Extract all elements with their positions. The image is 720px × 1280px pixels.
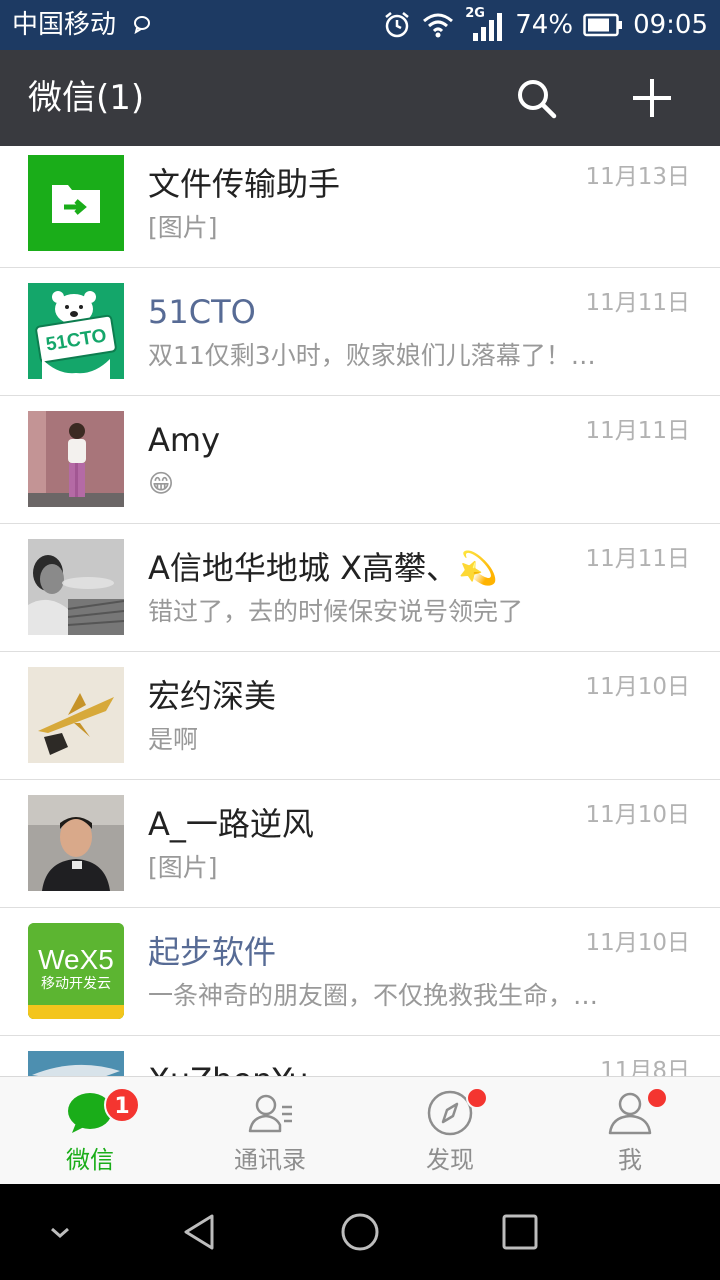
person-photo-icon: [28, 411, 124, 507]
chat-time: 11月13日: [585, 164, 690, 190]
battery-percent: 74%: [515, 10, 574, 40]
bottom-tab-bar: 1 微信 通讯录 发现 我: [0, 1076, 720, 1184]
search-button[interactable]: [512, 74, 560, 122]
tab-me[interactable]: 我: [540, 1077, 720, 1185]
chat-row-file-transfer[interactable]: 文件传输助手 [图片] 11月13日: [0, 146, 720, 268]
chat-preview: 是啊: [148, 725, 199, 754]
chat-name: 文件传输助手: [148, 165, 341, 203]
avatar: [28, 155, 124, 251]
chat-preview: [图片]: [148, 853, 218, 882]
chat-preview: [图片]: [148, 213, 218, 242]
chat-name: Amy: [148, 421, 220, 459]
battery-icon: [583, 13, 623, 37]
add-button[interactable]: [628, 74, 676, 122]
chat-preview: 双11仅剩3小时，败家娘们儿落幕了！小编喊你最后一次备战双11！: [148, 341, 608, 370]
contacts-icon: [248, 1094, 292, 1133]
system-navigation-bar: [0, 1184, 720, 1280]
clock: 09:05: [633, 10, 708, 40]
back-icon[interactable]: [176, 1208, 224, 1256]
app-header: 微信(1): [0, 50, 720, 146]
folder-arrow-icon: [52, 185, 100, 223]
recents-icon[interactable]: [496, 1208, 544, 1256]
chat-name: 起步软件: [148, 933, 277, 971]
alarm-icon: [385, 12, 410, 38]
home-icon[interactable]: [336, 1208, 384, 1256]
chat-row-xindi[interactable]: A信地华地城 X高攀、💫 错过了，去的时候保安说号领完了 11月11日: [0, 524, 720, 652]
chat-preview: 错过了，去的时候保安说号领完了: [148, 597, 524, 626]
page-title: 微信(1): [28, 78, 145, 118]
chat-row-xuzhenyu[interactable]: XuZhenYu 11月8日: [0, 1036, 720, 1076]
chat-time: 11月8日: [600, 1058, 690, 1076]
wex5-logo-icon: WeX5 移动开发云: [28, 923, 124, 1019]
shark-photo-icon: [28, 1051, 124, 1076]
person-photo-icon: [28, 795, 124, 891]
chat-time: 11月10日: [585, 802, 690, 828]
unread-badge: 1: [104, 1087, 140, 1123]
tab-contacts[interactable]: 通讯录: [180, 1077, 360, 1185]
signal-bars-icon: [473, 13, 503, 41]
chat-time: 11月10日: [585, 930, 690, 956]
signal-indicator: 2G: [465, 5, 505, 45]
wifi-icon: [423, 13, 454, 38]
chat-time: 11月10日: [585, 674, 690, 700]
chat-name: XuZhenYu: [148, 1060, 309, 1076]
bear-mascot-icon: 51CTO: [35, 291, 117, 379]
chat-row-hongyue[interactable]: 宏约深美 是啊 11月10日: [0, 652, 720, 780]
chat-row-amy[interactable]: Amy 😁 11月11日: [0, 396, 720, 524]
avatar: WeX5 移动开发云: [28, 923, 124, 1019]
chat-preview: 😁: [148, 469, 175, 498]
tab-label: 我: [618, 1146, 642, 1174]
tab-label: 微信: [66, 1146, 114, 1174]
avatar: [28, 411, 124, 507]
notification-dot: [466, 1087, 488, 1109]
chat-name: A信地华地城 X高攀、💫: [148, 549, 498, 587]
plus-icon: [633, 79, 671, 117]
chat-list[interactable]: 文件传输助手 [图片] 11月13日 51CTO 51CTO 双11仅剩3小时，…: [0, 146, 720, 1076]
chat-row-51cto[interactable]: 51CTO 51CTO 双11仅剩3小时，败家娘们儿落幕了！小编喊你最后一次备战…: [0, 268, 720, 396]
jet-model-photo-icon: [28, 667, 124, 763]
chat-preview: 一条神奇的朋友圈，不仅挽救我生命，还改变了我的世界: [148, 981, 608, 1010]
tab-chats[interactable]: 1 微信: [0, 1077, 180, 1185]
chevron-down-icon[interactable]: [36, 1208, 84, 1256]
tab-label: 通讯录: [234, 1146, 306, 1174]
avatar-subtext: 移动开发云: [41, 976, 111, 992]
chat-time: 11月11日: [585, 290, 690, 316]
person-photo-icon: [28, 539, 124, 635]
avatar: [28, 1051, 124, 1076]
chat-name: A_一路逆风: [148, 805, 314, 843]
avatar-text: WeX5: [38, 944, 114, 975]
notification-dot: [646, 1087, 668, 1109]
avatar: [28, 539, 124, 635]
tab-label: 发现: [426, 1146, 474, 1174]
status-icons: 2G 74% 09:05: [383, 0, 708, 50]
chat-name: 宏约深美: [148, 677, 277, 715]
tab-discover[interactable]: 发现: [360, 1077, 540, 1185]
status-bar: 中国移动 2G 74% 09:05: [0, 0, 720, 50]
message-notification-icon: [134, 16, 150, 34]
carrier-label: 中国移动: [12, 10, 117, 40]
chat-row-yilunifeng[interactable]: A_一路逆风 [图片] 11月10日: [0, 780, 720, 908]
avatar: 51CTO: [28, 283, 124, 379]
search-icon: [518, 80, 557, 119]
chat-time: 11月11日: [585, 546, 690, 572]
avatar: [28, 795, 124, 891]
chat-name: 51CTO: [148, 293, 256, 331]
chat-time: 11月11日: [585, 418, 690, 444]
chat-row-qibu[interactable]: WeX5 移动开发云 起步软件 一条神奇的朋友圈，不仅挽救我生命，还改变了我的世…: [0, 908, 720, 1036]
avatar: [28, 667, 124, 763]
